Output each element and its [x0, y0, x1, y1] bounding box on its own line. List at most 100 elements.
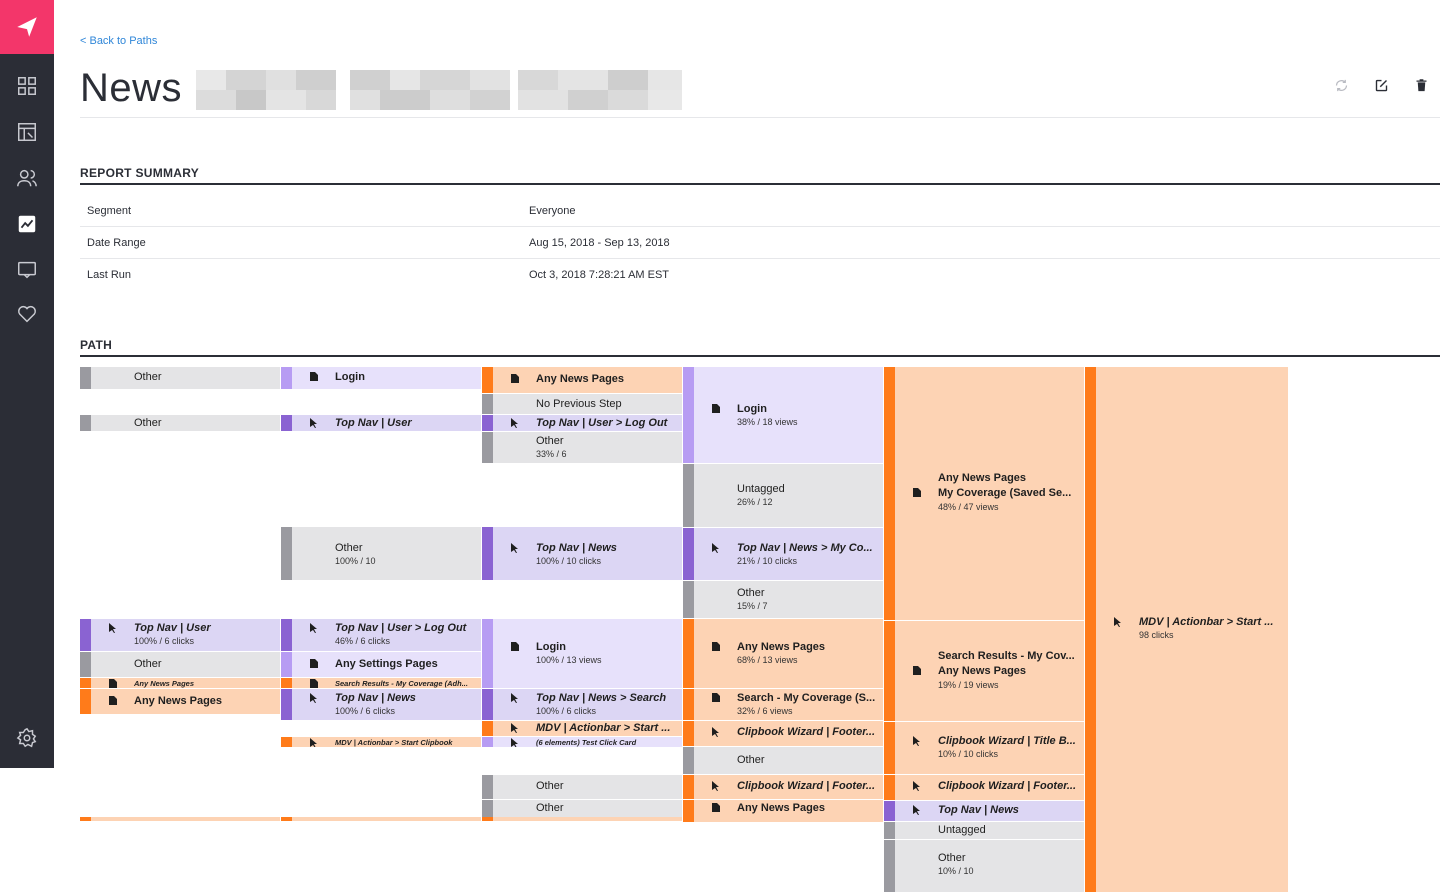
path-node-stat: 100% / 6 clicks	[335, 706, 396, 716]
page-view-icon	[310, 679, 320, 688]
analytics-icon[interactable]	[13, 210, 41, 238]
path-node[interactable]: Other 15% / 7	[683, 581, 883, 618]
path-node[interactable]: MDV | Actionbar > Start ...	[482, 721, 682, 736]
back-to-paths-link[interactable]: < Back to Paths	[80, 35, 157, 47]
path-node[interactable]: Top Nav | User 100% / 6 clicks	[80, 619, 280, 651]
path-node[interactable]: Clipbook Wizard | Title B... 10% / 10 cli…	[884, 722, 1084, 774]
path-node[interactable]: Search Results - My Coverage (Adh...	[281, 678, 481, 688]
reports-icon[interactable]	[13, 118, 41, 146]
path-node-label: Any News Pages	[938, 472, 1027, 484]
path-node[interactable]: Top Nav | News > Search 100% / 6 clicks	[482, 689, 682, 720]
click-cursor-icon	[913, 805, 923, 818]
path-node[interactable]: Other	[80, 652, 280, 677]
path-node[interactable]: Login 38% / 18 views	[683, 367, 883, 463]
path-node[interactable]: Other	[80, 415, 280, 431]
logo-icon	[17, 17, 37, 37]
path-heading: PATH	[80, 338, 113, 352]
page-view-icon	[913, 666, 923, 678]
path-node-color-bar	[281, 367, 292, 389]
path-node-label: Other	[536, 780, 564, 792]
path-node[interactable]: Any News Pages	[683, 800, 883, 822]
path-node[interactable]: Other 100% / 10	[281, 527, 481, 580]
path-node[interactable]: Top Nav | User > Log Out	[482, 415, 682, 431]
page-view-icon	[913, 488, 923, 500]
click-cursor-icon	[310, 738, 320, 747]
edit-icon[interactable]	[1372, 76, 1390, 94]
path-node[interactable]: Login 100% / 13 views	[482, 619, 682, 688]
path-node[interactable]: Other 10% / 10	[884, 840, 1084, 892]
path-node-color-bar	[482, 619, 493, 688]
path-node-stat: 33% / 6	[536, 449, 567, 459]
path-node[interactable]: Search - My Coverage (S... 32% / 6 views	[683, 689, 883, 720]
people-icon[interactable]	[13, 164, 41, 192]
path-node-color-bar	[80, 678, 91, 688]
path-node-color-bar	[281, 678, 292, 688]
app-logo[interactable]	[0, 0, 54, 54]
path-node[interactable]: Any News Pages 68% / 13 views	[683, 619, 883, 688]
path-node[interactable]: Top Nav | User	[281, 415, 481, 431]
path-node-label: Search - My Coverage (S...	[737, 692, 876, 704]
path-node[interactable]: MDV | Actionbar > Start Clipbook	[281, 737, 481, 747]
path-node-stat: 100% / 6 clicks	[536, 706, 597, 716]
favorites-icon[interactable]	[13, 300, 41, 328]
click-cursor-icon	[511, 738, 521, 747]
path-node-label: Any News Pages	[536, 373, 625, 385]
path-node[interactable]: (6 elements) Test Click Card	[482, 737, 682, 747]
path-node-color-bar	[884, 722, 895, 774]
path-node[interactable]: MDV | Actionbar > Start ... 98 clicks	[1085, 367, 1288, 892]
path-node[interactable]: Any News Pages My Coverage (Saved Se... 48…	[884, 367, 1084, 620]
path-node[interactable]: Other	[482, 775, 682, 799]
path-node-label: No Previous Step	[536, 398, 622, 410]
delete-icon[interactable]	[1412, 76, 1430, 94]
path-node-color-bar	[80, 652, 91, 677]
path-node[interactable]: Any News Pages	[482, 367, 682, 393]
feedback-icon[interactable]	[13, 256, 41, 284]
path-node[interactable]: Clipbook Wizard | Footer...	[683, 775, 883, 799]
path-node-label: Other	[737, 587, 765, 599]
dashboard-icon[interactable]	[13, 72, 41, 100]
path-node-label: Login	[335, 371, 365, 383]
path-node-label: Other	[134, 371, 162, 383]
path-drop-off-strip	[482, 817, 682, 821]
path-node-label: Untagged	[938, 824, 986, 836]
path-node-color-bar	[683, 721, 694, 746]
path-node[interactable]: Other 33% / 6	[482, 432, 682, 463]
path-node-stat: 15% / 7	[737, 601, 768, 611]
path-node[interactable]: Top Nav | News 100% / 10 clicks	[482, 527, 682, 580]
refresh-icon[interactable]	[1332, 76, 1350, 94]
report-actions	[1332, 76, 1430, 94]
path-node-stat: 10% / 10 clicks	[938, 749, 999, 759]
path-node[interactable]: Clipbook Wizard | Footer...	[683, 721, 883, 746]
path-node[interactable]: Login	[281, 367, 481, 389]
path-node[interactable]: Top Nav | User > Log Out 46% / 6 clicks	[281, 619, 481, 651]
path-node-color-bar	[482, 367, 493, 393]
header-divider	[80, 117, 1440, 118]
path-node-color-bar	[281, 415, 292, 431]
path-node-stat: 38% / 18 views	[737, 417, 798, 427]
path-node-label: Top Nav | News > My Co...	[737, 542, 873, 554]
path-node-color-bar	[482, 689, 493, 720]
path-node-color-bar	[281, 689, 292, 720]
path-node[interactable]: No Previous Step	[482, 394, 682, 414]
path-node[interactable]: Any Settings Pages	[281, 652, 481, 677]
path-node-stat: 32% / 6 views	[737, 706, 793, 716]
path-node-stat: 100% / 10 clicks	[536, 556, 602, 566]
path-node-stat: 100% / 6 clicks	[134, 636, 195, 646]
path-node[interactable]: Any News Pages	[80, 678, 280, 688]
path-node[interactable]: Other	[80, 367, 280, 389]
page-view-icon	[310, 659, 320, 671]
path-node[interactable]: Top Nav | News > My Co... 21% / 10 clicks	[683, 528, 883, 580]
click-cursor-icon	[712, 781, 722, 794]
settings-icon[interactable]	[13, 724, 41, 752]
path-node[interactable]: Top Nav | News	[884, 801, 1084, 821]
path-node[interactable]: Top Nav | News 100% / 6 clicks	[281, 689, 481, 720]
path-node[interactable]: Untagged 26% / 12	[683, 464, 883, 527]
summary-row-last-run: Last Run Oct 3, 2018 7:28:21 AM EST	[80, 259, 1440, 291]
report-summary-rule	[80, 183, 1440, 185]
path-node[interactable]: Other	[683, 747, 883, 774]
path-node-stat: 100% / 10	[335, 556, 376, 566]
path-node[interactable]: Clipbook Wizard | Footer...	[884, 775, 1084, 800]
path-node[interactable]: Any News Pages	[80, 689, 280, 714]
path-node[interactable]: Search Results - My Cov... Any News Pages…	[884, 621, 1084, 721]
path-node[interactable]: Untagged	[884, 822, 1084, 839]
